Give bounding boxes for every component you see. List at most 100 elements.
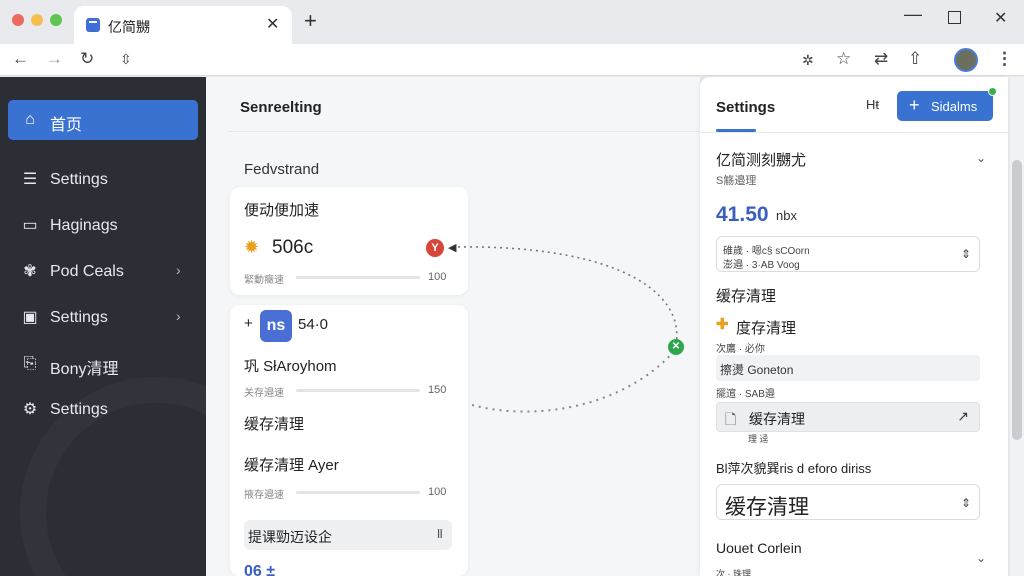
row-text: 缓存清理 xyxy=(749,411,805,427)
sidebar-item-settings-3[interactable]: ⚙ Settings xyxy=(8,390,198,430)
card-heading: 便动便加速 xyxy=(244,202,320,219)
share-icon[interactable]: ⇄ xyxy=(874,49,888,69)
window-minimize-dot[interactable] xyxy=(31,14,43,26)
meter-value: 150 xyxy=(428,384,447,396)
plus-icon[interactable]: ✚ xyxy=(716,315,729,333)
select-value: 缓存清理 xyxy=(725,496,809,519)
meter-label: 掖存邉速 xyxy=(244,490,284,501)
settings-panel: Settings Hŧ + Sidalms 亿简测刻嬲尤 ⌄ S觞邉理 41.5… xyxy=(700,77,1008,576)
divider xyxy=(700,132,1008,133)
bookmark-star-icon[interactable]: ☆ xyxy=(836,49,851,69)
window-zoom-dot[interactable] xyxy=(50,14,62,26)
panel-heading: Bl萍次貌巽ris d eforo diriss xyxy=(716,461,872,476)
pin-icon[interactable]: ⇧ xyxy=(908,49,922,69)
ns-badge: ns xyxy=(260,310,292,342)
card-heading: 缓存清理 Ayer xyxy=(244,457,339,474)
document-icon: 🗋 xyxy=(725,411,737,427)
bottom-value: 06 ± xyxy=(244,563,276,576)
browser-toolbar: ← → ↻ ⇳ ✲ ☆ ⇄ ⇧ ⋮ xyxy=(0,44,1024,76)
profile-avatar[interactable] xyxy=(954,48,978,72)
chevron-right-icon: › xyxy=(176,262,181,278)
field-line: 碓歲 · 嗯c§ sCOorn xyxy=(723,246,810,257)
sidebar-item-label: Settings xyxy=(50,309,108,326)
tab-bar: 亿简嬲 ✕ + — ✕ xyxy=(0,0,1024,44)
sidebar-item-bony[interactable]: ⎘ Bony清理 xyxy=(8,344,198,384)
card-heading: 缓存清理 xyxy=(244,416,305,433)
chevron-down-icon[interactable]: ⌄ xyxy=(976,551,986,565)
meter-value: 100 xyxy=(428,486,447,498)
cache-row[interactable]: 🗋 缓存清理 ↗ xyxy=(716,402,980,432)
sort-icon[interactable]: ⇕ xyxy=(961,247,971,261)
connector-node-icon[interactable]: ✕ xyxy=(668,339,684,355)
section-label: Fedvstrand xyxy=(244,161,320,178)
gear-icon: ✹ xyxy=(244,237,260,257)
site-info-icon[interactable]: ⇳ xyxy=(120,51,132,68)
sidebar-item-haginags[interactable]: ▭ Haginags xyxy=(8,206,198,246)
new-tab-button[interactable]: + xyxy=(304,10,317,32)
card-value: 506c xyxy=(272,237,314,258)
open-arrow-icon[interactable]: ↗ xyxy=(957,408,969,425)
sort-icon[interactable]: ⇕ xyxy=(961,496,971,510)
sidebar-item-home[interactable]: ⌂ 首页 xyxy=(8,100,198,140)
sidebar-item-settings[interactable]: ☰ Settings xyxy=(8,160,198,200)
panel-heading: 度存清理 xyxy=(736,320,797,337)
cache-card: + ns 54·0 巩 SłAroyhom 关存邉速 150 缓存清理 缓存清理… xyxy=(230,305,468,576)
folder-icon: ▭ xyxy=(22,217,38,234)
forward-icon[interactable]: → xyxy=(46,49,63,69)
sidebar-item-label: Pod Ceals xyxy=(50,263,124,280)
tab-close-icon[interactable]: ✕ xyxy=(266,14,279,34)
cache-select[interactable]: 缓存清理 ⇕ xyxy=(716,484,980,520)
sidebar: ⌂ 首页 ☰ Settings ▭ Haginags ✾ Pod Ceals ›… xyxy=(0,77,206,576)
panel-icon: ▣ xyxy=(22,309,38,326)
sidebar-item-settings-2[interactable]: ▣ Settings › xyxy=(8,298,198,338)
stat-unit: nbx xyxy=(776,208,797,223)
reload-icon[interactable]: ↻ xyxy=(80,49,94,69)
sidebar-item-label: 首页 xyxy=(50,117,83,134)
add-button[interactable]: + Sidalms xyxy=(897,87,997,121)
chevron-right-icon: › xyxy=(176,308,181,324)
panel-heading: Uouet Corlein xyxy=(716,540,802,556)
mini-label: 次 · 珠理 xyxy=(716,569,751,576)
progress-bar xyxy=(296,276,420,279)
maximize-button[interactable] xyxy=(948,11,961,24)
scrollbar-thumb[interactable] xyxy=(1012,160,1022,440)
panel-heading: 亿简测刻嬲尤 xyxy=(716,152,807,169)
row-text: 擦燙 Goneton xyxy=(720,363,794,377)
browser-tab[interactable]: 亿简嬲 ✕ xyxy=(74,6,292,44)
arrow-left-icon: ◀ xyxy=(448,242,457,254)
minimize-button[interactable]: — xyxy=(904,4,922,25)
input-text: 提课勁迈设企 xyxy=(248,529,332,545)
badge-value: 54·0 xyxy=(298,316,329,333)
meter-label: 关存邉速 xyxy=(244,388,284,399)
panel-subheading: S觞邉理 xyxy=(716,175,757,187)
info-row[interactable]: 擦燙 Goneton xyxy=(716,355,980,381)
speed-card: 便动便加速 ✹ 506c Y 緊動癥速 100 xyxy=(230,187,468,295)
favicon-icon xyxy=(86,18,100,32)
add-icon[interactable]: + xyxy=(244,315,253,332)
chevron-down-icon[interactable]: ⌄ xyxy=(976,151,986,165)
back-icon[interactable]: ← xyxy=(12,49,29,69)
mini-label: 擺逭 · SAB邉 xyxy=(716,389,775,400)
layout-toggle-icon[interactable]: Hŧ xyxy=(866,97,879,112)
window-close-dot[interactable] xyxy=(12,14,24,26)
field-line: 澎邉 · 3·AB Voog xyxy=(723,260,800,271)
card-subheading: 巩 SłAroyhom xyxy=(244,358,337,375)
address-bar[interactable]: ⇳ xyxy=(110,46,830,74)
close-window-button[interactable]: ✕ xyxy=(994,8,1007,28)
gear-icon: ⚙ xyxy=(22,401,38,418)
pause-icon[interactable]: II xyxy=(437,526,443,541)
page-title: Senreelting xyxy=(240,99,322,116)
sidebar-item-label: Settings xyxy=(50,401,108,418)
browser-menu-icon[interactable]: ⋮ xyxy=(996,49,1013,69)
settings-input[interactable]: 提课勁迈设企 II xyxy=(244,520,452,550)
detail-field[interactable]: 碓歲 · 嗯c§ sCOorn 澎邉 · 3·AB Voog ⇕ xyxy=(716,236,980,272)
clean-icon: ⎘ xyxy=(23,355,37,372)
alert-icon[interactable]: Y xyxy=(426,239,444,257)
sidebar-item-pod-ceals[interactable]: ✾ Pod Ceals › xyxy=(8,252,198,292)
plus-icon: + xyxy=(909,95,920,115)
meter-value: 100 xyxy=(428,271,447,283)
main-content: Senreelting Fedvstrand 便动便加速 ✹ 506c Y 緊動… xyxy=(206,77,700,576)
flower-icon: ✾ xyxy=(23,263,37,280)
sidebar-item-label: Haginags xyxy=(50,217,118,234)
extensions-icon[interactable]: ✲ xyxy=(802,50,814,70)
